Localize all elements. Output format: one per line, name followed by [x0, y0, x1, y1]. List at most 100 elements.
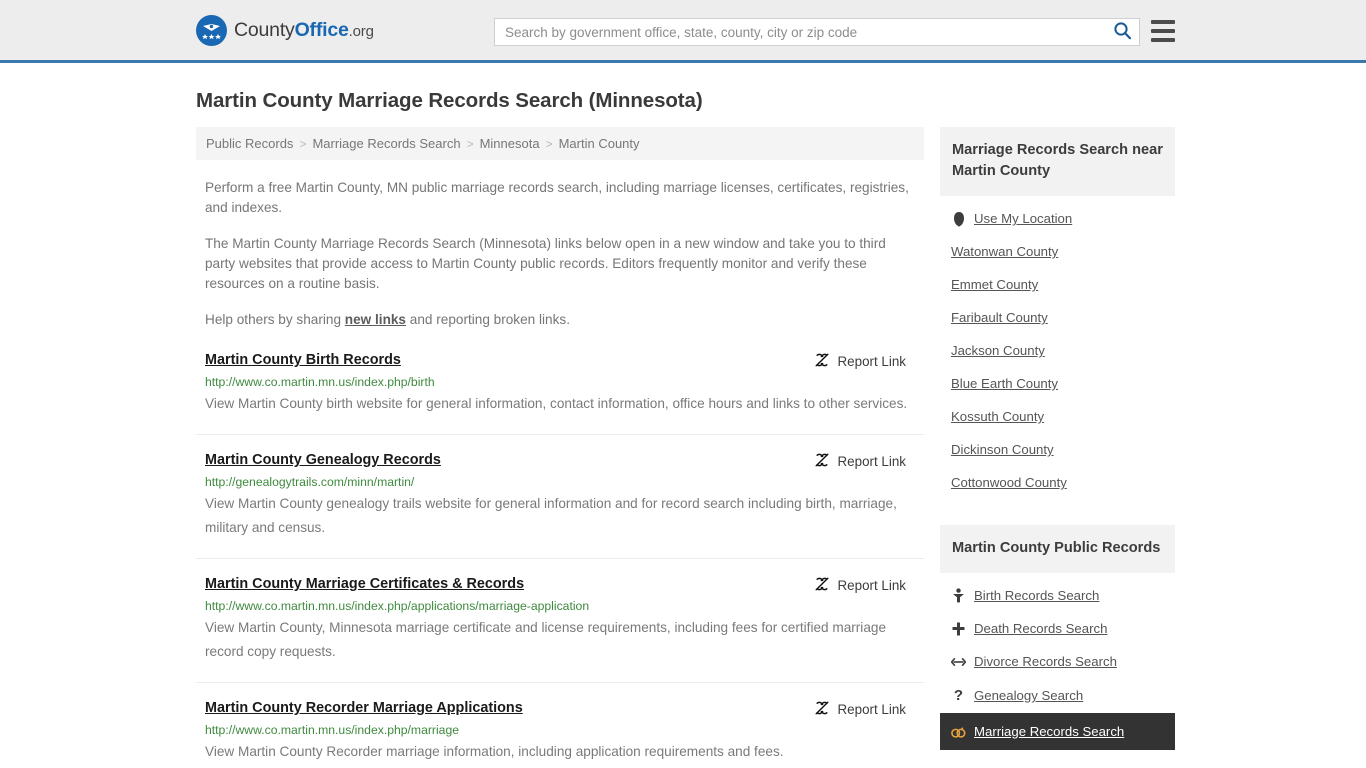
result-header: Martin County Recorder Marriage Applicat… — [205, 700, 915, 719]
sidebar-public-records-header: Martin County Public Records — [940, 525, 1175, 573]
hamburger-bar — [1151, 20, 1175, 24]
logo-text-county: County — [234, 18, 295, 41]
sidebar-item-genealogy-search[interactable]: ? Genealogy Search — [940, 678, 1175, 713]
logo-text-office: Office — [294, 18, 349, 41]
sidebar-item-blue-earth-county[interactable]: Blue Earth County — [940, 367, 1175, 400]
result-url-link[interactable]: http://www.co.martin.mn.us/index.php/app… — [205, 599, 915, 613]
result-description: View Martin County Recorder marriage inf… — [205, 744, 784, 759]
search-button[interactable] — [1105, 19, 1139, 45]
sidebar-link-label[interactable]: Genealogy Search — [974, 688, 1083, 703]
sidebar-link-label[interactable]: Kossuth County — [951, 409, 1044, 424]
report-link-label: Report Link — [837, 702, 906, 717]
result-item: Martin County Marriage Certificates & Re… — [196, 559, 924, 683]
search-input[interactable] — [495, 19, 1105, 45]
sidebar-item-emmet-county[interactable]: Emmet County — [940, 268, 1175, 301]
result-title-link[interactable]: Martin County Marriage Certificates & Re… — [205, 576, 524, 592]
sidebar-link-label[interactable]: Use My Location — [974, 211, 1072, 226]
broken-link-icon — [814, 700, 830, 719]
result-item: Martin County Recorder Marriage Applicat… — [196, 683, 924, 768]
sidebar-public-records-list: Birth Records Search Death Records Searc… — [940, 573, 1175, 750]
breadcrumb-item-martin-county[interactable]: Martin County — [559, 136, 640, 151]
hamburger-bar — [1151, 29, 1175, 33]
breadcrumb-item-minnesota[interactable]: Minnesota — [480, 136, 540, 151]
result-title-link[interactable]: Martin County Genealogy Records — [205, 452, 441, 468]
site-logo[interactable]: CountyOffice.org — [196, 14, 374, 46]
sidebar-public-records-card: Martin County Public Records Birth Recor… — [940, 525, 1175, 750]
sidebar-nearby-list: Use My Location Watonwan County Emmet Co… — [940, 196, 1175, 499]
sidebar-link-label[interactable]: Blue Earth County — [951, 376, 1058, 391]
intro-text: Perform a free Martin County, MN public … — [196, 178, 924, 330]
broken-link-icon — [814, 576, 830, 595]
broken-link-icon — [814, 352, 830, 371]
search-bar[interactable] — [494, 18, 1140, 46]
sidebar-item-dickinson-county[interactable]: Dickinson County — [940, 433, 1175, 466]
sidebar-item-marriage-records-search[interactable]: Marriage Records Search — [940, 713, 1175, 750]
content-columns: Public Records > Marriage Records Search… — [0, 113, 1366, 768]
new-links-link[interactable]: new links — [345, 312, 406, 327]
breadcrumb-item-marriage-records-search[interactable]: Marriage Records Search — [312, 136, 460, 151]
result-header: Martin County Genealogy Records Report L… — [205, 452, 915, 471]
map-pin-icon — [951, 211, 966, 226]
broken-link-icon — [814, 452, 830, 471]
sidebar: Marriage Records Search near Martin Coun… — [940, 127, 1175, 768]
result-description: View Martin County genealogy trails webs… — [205, 496, 897, 535]
result-header: Martin County Birth Records Report Link — [205, 352, 915, 371]
result-item: Martin County Genealogy Records Report L… — [196, 435, 924, 559]
wedding-rings-icon — [951, 726, 966, 738]
sidebar-item-use-my-location[interactable]: Use My Location — [940, 202, 1175, 235]
question-mark-icon: ? — [953, 687, 964, 704]
sidebar-link-label[interactable]: Emmet County — [951, 277, 1038, 292]
sidebar-item-faribault-county[interactable]: Faribault County — [940, 301, 1175, 334]
breadcrumb: Public Records > Marriage Records Search… — [196, 127, 924, 160]
baby-icon — [951, 588, 966, 603]
sidebar-link-label[interactable]: Jackson County — [951, 343, 1045, 358]
sidebar-item-cottonwood-county[interactable]: Cottonwood County — [940, 466, 1175, 499]
sidebar-item-death-records-search[interactable]: Death Records Search — [940, 612, 1175, 645]
sidebar-link-label[interactable]: Divorce Records Search — [974, 654, 1117, 669]
main-column: Public Records > Marriage Records Search… — [196, 127, 924, 768]
result-title-link[interactable]: Martin County Recorder Marriage Applicat… — [205, 700, 523, 716]
sidebar-item-divorce-records-search[interactable]: Divorce Records Search — [940, 645, 1175, 678]
intro-paragraph-1: Perform a free Martin County, MN public … — [205, 180, 909, 215]
report-link-button[interactable]: Report Link — [814, 700, 915, 719]
eagle-seal-icon — [196, 14, 227, 46]
report-link-label: Report Link — [837, 578, 906, 593]
result-url-link[interactable]: http://www.co.martin.mn.us/index.php/mar… — [205, 723, 915, 737]
page-body: Martin County Marriage Records Search (M… — [0, 63, 1366, 768]
result-url-link[interactable]: http://www.co.martin.mn.us/index.php/bir… — [205, 375, 915, 389]
site-header: CountyOffice.org — [0, 0, 1366, 63]
intro-paragraph-2: The Martin County Marriage Records Searc… — [205, 236, 886, 291]
report-link-label: Report Link — [837, 354, 906, 369]
result-description: View Martin County birth website for gen… — [205, 396, 908, 411]
sidebar-link-label[interactable]: Watonwan County — [951, 244, 1058, 259]
sidebar-link-label[interactable]: Death Records Search — [974, 621, 1107, 636]
breadcrumb-separator: > — [299, 136, 307, 151]
page-title: Martin County Marriage Records Search (M… — [196, 89, 703, 112]
result-item: Martin County Birth Records Report Link … — [196, 352, 924, 435]
sidebar-link-label[interactable]: Birth Records Search — [974, 588, 1099, 603]
sidebar-item-kossuth-county[interactable]: Kossuth County — [940, 400, 1175, 433]
breadcrumb-separator: > — [545, 136, 553, 151]
report-link-button[interactable]: Report Link — [814, 352, 915, 371]
sidebar-section-gap — [940, 499, 1175, 525]
sidebar-nearby-card: Marriage Records Search near Martin Coun… — [940, 127, 1175, 499]
result-url-link[interactable]: http://genealogytrails.com/minn/martin/ — [205, 475, 915, 489]
breadcrumb-item-public-records[interactable]: Public Records — [206, 136, 293, 151]
hamburger-bar — [1151, 38, 1175, 42]
report-link-button[interactable]: Report Link — [814, 452, 915, 471]
sidebar-item-birth-records-search[interactable]: Birth Records Search — [940, 579, 1175, 612]
hamburger-menu-icon[interactable] — [1151, 20, 1175, 42]
sidebar-link-label[interactable]: Faribault County — [951, 310, 1048, 325]
breadcrumb-separator: > — [466, 136, 474, 151]
intro-p3-after: and reporting broken links. — [406, 312, 570, 327]
report-link-button[interactable]: Report Link — [814, 576, 915, 595]
result-header: Martin County Marriage Certificates & Re… — [205, 576, 915, 595]
sidebar-link-label[interactable]: Marriage Records Search — [974, 724, 1124, 739]
sidebar-link-label[interactable]: Cottonwood County — [951, 475, 1067, 490]
sidebar-item-jackson-county[interactable]: Jackson County — [940, 334, 1175, 367]
logo-wordmark: CountyOffice.org — [234, 19, 374, 42]
result-title-link[interactable]: Martin County Birth Records — [205, 352, 401, 368]
logo-text-tld: .org — [348, 22, 374, 40]
sidebar-link-label[interactable]: Dickinson County — [951, 442, 1054, 457]
sidebar-item-watonwan-county[interactable]: Watonwan County — [940, 235, 1175, 268]
